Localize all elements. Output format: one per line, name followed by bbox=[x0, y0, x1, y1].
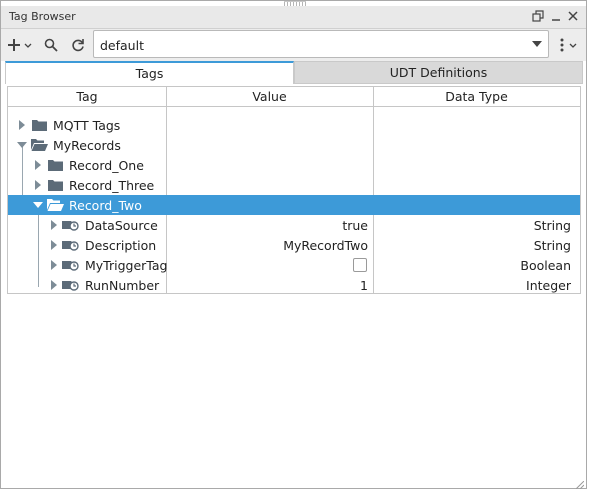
title-bar: Tag Browser bbox=[1, 6, 586, 29]
refresh-icon[interactable] bbox=[68, 34, 88, 56]
tag-data-type: String bbox=[533, 237, 571, 253]
folder-icon bbox=[46, 158, 64, 172]
expand-arrow-icon[interactable] bbox=[33, 180, 43, 190]
tree-item-label: Description bbox=[85, 237, 157, 253]
tag-data-type: String bbox=[533, 217, 571, 233]
table-header: Tag Value Data Type bbox=[8, 87, 580, 107]
tag-icon bbox=[62, 238, 80, 252]
tree-item-label: MQTT Tags bbox=[53, 117, 121, 133]
tag-data-type: Boolean bbox=[520, 257, 571, 273]
tree-row-myrecords[interactable]: MyRecords bbox=[8, 135, 580, 155]
tag-value[interactable]: true bbox=[168, 215, 368, 235]
minimize-icon[interactable] bbox=[548, 8, 564, 24]
tag-value[interactable]: 1 bbox=[168, 275, 368, 293]
tag-provider-select[interactable]: default bbox=[93, 30, 549, 58]
column-header-value[interactable]: Value bbox=[166, 87, 373, 106]
tree-item-label: Record_Two bbox=[69, 197, 142, 213]
collapse-arrow-icon[interactable] bbox=[17, 140, 27, 150]
tag-icon bbox=[62, 258, 80, 272]
collapse-arrow-icon[interactable] bbox=[33, 200, 43, 210]
tag-provider-value: default bbox=[100, 38, 144, 53]
search-icon[interactable] bbox=[41, 34, 61, 56]
tag-tree-table: Tag Value Data Type MQTT Tags MyRecords bbox=[7, 86, 581, 294]
tree-item-label: RunNumber bbox=[85, 277, 160, 293]
tree-item-label: DataSource bbox=[85, 217, 158, 233]
tree-row-record-three[interactable]: Record_Three bbox=[8, 175, 580, 195]
resize-grip-icon[interactable] bbox=[575, 478, 585, 490]
folder-icon bbox=[30, 118, 48, 132]
chevron-down-icon[interactable] bbox=[526, 31, 548, 57]
tag-data-type: Integer bbox=[526, 277, 571, 293]
tree-row-record-two[interactable]: Record_Two bbox=[8, 195, 580, 215]
tab-udt-definitions[interactable]: UDT Definitions bbox=[294, 61, 583, 84]
tree-row-description[interactable]: Description MyRecordTwo String bbox=[8, 235, 580, 255]
tab-tags[interactable]: Tags bbox=[5, 61, 294, 84]
column-header-tag[interactable]: Tag bbox=[8, 87, 166, 106]
expand-arrow-icon[interactable] bbox=[49, 220, 59, 230]
tag-value bbox=[168, 255, 368, 275]
folder-open-icon bbox=[30, 138, 48, 152]
tab-strip: Tags UDT Definitions bbox=[5, 61, 583, 85]
tree-row-mytriggertag[interactable]: MyTriggerTag Boolean bbox=[8, 255, 580, 275]
boolean-checkbox[interactable] bbox=[353, 258, 367, 272]
tag-value[interactable]: MyRecordTwo bbox=[168, 235, 368, 255]
tag-icon bbox=[62, 218, 80, 232]
expand-arrow-icon[interactable] bbox=[49, 260, 59, 270]
close-icon[interactable] bbox=[565, 8, 581, 24]
tree-item-label: MyRecords bbox=[53, 137, 121, 153]
folder-icon bbox=[46, 178, 64, 192]
tag-icon bbox=[62, 278, 80, 292]
expand-arrow-icon[interactable] bbox=[33, 160, 43, 170]
kebab-menu-icon[interactable] bbox=[556, 34, 580, 56]
tree-row-record-one[interactable]: Record_One bbox=[8, 155, 580, 175]
tree-item-label: MyTriggerTag bbox=[85, 257, 168, 273]
float-window-icon[interactable] bbox=[530, 8, 546, 24]
add-tag-button[interactable] bbox=[7, 34, 33, 56]
tree-row-datasource[interactable]: DataSource true String bbox=[8, 215, 580, 235]
expand-arrow-icon[interactable] bbox=[49, 240, 59, 250]
tree-row-runnumber[interactable]: RunNumber 1 Integer bbox=[8, 275, 580, 293]
tree-item-label: Record_One bbox=[69, 157, 144, 173]
expand-arrow-icon[interactable] bbox=[17, 120, 27, 130]
window-title: Tag Browser bbox=[9, 10, 76, 23]
toolbar: default bbox=[1, 29, 586, 61]
column-header-data-type[interactable]: Data Type bbox=[373, 87, 580, 106]
expand-arrow-icon[interactable] bbox=[49, 280, 59, 290]
tree-row-mqtt-tags[interactable]: MQTT Tags bbox=[8, 115, 580, 135]
tree-item-label: Record_Three bbox=[69, 177, 155, 193]
folder-open-icon bbox=[46, 198, 64, 212]
tag-browser-panel: Tag Browser default Tags UDT Definitions… bbox=[0, 0, 587, 490]
